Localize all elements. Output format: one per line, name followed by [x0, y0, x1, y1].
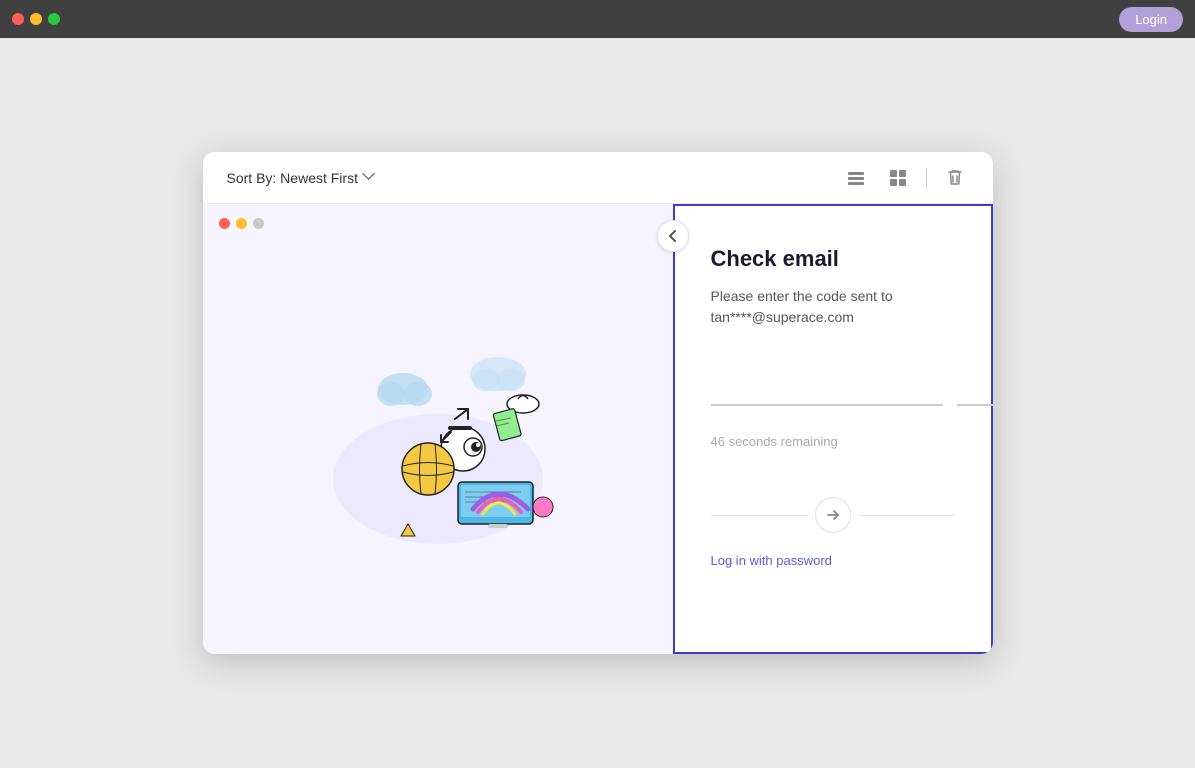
- inner-close-dot: [219, 218, 230, 229]
- back-button[interactable]: [657, 220, 689, 252]
- delete-button[interactable]: [941, 164, 969, 192]
- list-view-icon: [846, 168, 866, 188]
- close-dot: [12, 13, 24, 25]
- submit-line-left: [711, 515, 807, 516]
- trash-icon: [945, 168, 965, 188]
- submit-button[interactable]: [815, 497, 851, 533]
- otp-input-2[interactable]: [957, 364, 993, 406]
- check-email-panel: Check email Please enter the code sent t…: [673, 204, 993, 654]
- sort-by-label: Sort By: Newest First: [227, 170, 358, 186]
- timer-text: 46 seconds remaining: [711, 434, 955, 449]
- login-button[interactable]: Login: [1119, 7, 1183, 32]
- inner-maximize-dot: [253, 218, 264, 229]
- grid-view-icon: [888, 168, 908, 188]
- otp-input-row: [711, 364, 955, 406]
- maximize-dot: [48, 13, 60, 25]
- back-arrow-icon: [666, 229, 680, 243]
- toolbar-divider: [926, 168, 927, 188]
- grid-view-button[interactable]: [884, 164, 912, 192]
- window-controls: [12, 13, 60, 25]
- toolbar-right: [842, 164, 969, 192]
- illustration: [303, 314, 573, 544]
- left-panel: [203, 204, 673, 654]
- otp-input-1[interactable]: [711, 364, 943, 406]
- window-chrome-dots: [219, 218, 264, 229]
- content-area: Check email Please enter the code sent t…: [203, 204, 993, 654]
- inner-minimize-dot: [236, 218, 247, 229]
- submit-area: [711, 497, 955, 533]
- chevron-down-icon: [364, 173, 374, 183]
- panel-container: Sort By: Newest First: [203, 152, 993, 654]
- list-view-button[interactable]: [842, 164, 870, 192]
- check-email-title: Check email: [711, 246, 955, 272]
- arrow-right-icon: [825, 507, 841, 523]
- main-content: Sort By: Newest First: [0, 38, 1195, 768]
- log-in-with-password-button[interactable]: Log in with password: [711, 553, 955, 568]
- titlebar: Login: [0, 0, 1195, 38]
- toolbar: Sort By: Newest First: [203, 152, 993, 204]
- sort-by-dropdown[interactable]: Sort By: Newest First: [227, 170, 374, 186]
- check-email-description: Please enter the code sent to tan****@su…: [711, 286, 955, 328]
- minimize-dot: [30, 13, 42, 25]
- submit-line-right: [859, 515, 955, 516]
